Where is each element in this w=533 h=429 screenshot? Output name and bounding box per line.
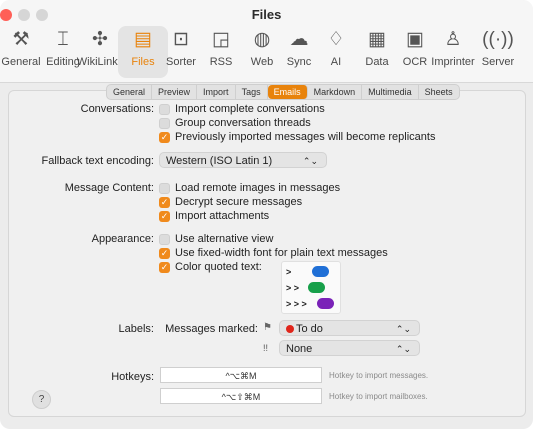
toolbar-item-server[interactable]: ((·)) Server xyxy=(473,26,523,78)
window-title: Files xyxy=(251,7,282,22)
red-dot-icon xyxy=(286,325,294,333)
checkbox[interactable]: ✓ xyxy=(159,210,170,222)
checkbox-decrypt-secure[interactable]: ✓ Decrypt secure messages xyxy=(159,196,302,208)
messages-marked-label: Messages marked: xyxy=(165,323,258,335)
import-messages-hotkey-field[interactable]: ^⌥⌘M xyxy=(160,367,322,383)
checkbox-label: Load remote images in messages xyxy=(175,182,341,194)
priority-value: None xyxy=(286,343,313,355)
checkbox-import-attachments[interactable]: ✓ Import attachments xyxy=(159,210,269,222)
encoding-select[interactable]: Western (ISO Latin 1) ⌃⌄ xyxy=(159,152,327,168)
tab-markdown[interactable]: Markdown xyxy=(308,85,363,99)
labels-label: Labels: xyxy=(118,323,154,335)
hotkeys-label: Hotkeys: xyxy=(111,371,154,383)
messages-marked-select[interactable]: To do ⌃⌄ xyxy=(279,320,420,336)
checkbox[interactable] xyxy=(159,117,170,129)
quote-level-3-marker: > > > xyxy=(286,299,307,309)
checkbox-import-complete-conversations[interactable]: Import complete conversations xyxy=(159,103,325,115)
import-mailboxes-hotkey-hint: Hotkey to import mailboxes. xyxy=(329,392,428,401)
checkbox[interactable]: ✓ xyxy=(159,196,170,208)
checkbox-label: Decrypt secure messages xyxy=(175,196,303,208)
checkbox-label: Import complete conversations xyxy=(175,103,325,115)
priority-marker: !! xyxy=(263,343,269,353)
title-bar: Files ⚒ General ⌶ Editing ✣ WikiLinks ▤ Files ⊡ S… xyxy=(0,0,533,83)
checkbox-label: Previously imported messages will become… xyxy=(175,131,436,143)
chevron-updown-icon: ⌃⌄ xyxy=(395,324,411,334)
tab-bar: General Preview Import Tags Emails Markdown Mu… xyxy=(106,84,460,100)
tab-preview[interactable]: Preview xyxy=(152,85,198,99)
quote-color-list: > > > > > > xyxy=(281,261,341,314)
toolbar-item-imprinter[interactable]: ♙ Imprinter xyxy=(428,26,478,78)
help-button[interactable]: ? xyxy=(32,390,51,409)
checkbox-label: Color quoted text: xyxy=(175,261,262,273)
checkbox-label: Use fixed-width font for plain text mess… xyxy=(175,247,388,259)
checkbox-fixed-width-font[interactable]: ✓ Use fixed-width font for plain text mes… xyxy=(159,247,388,259)
checkbox-color-quoted-text[interactable]: ✓ Color quoted text: xyxy=(159,261,262,273)
conversations-label: Conversations: xyxy=(80,103,154,115)
checkbox[interactable] xyxy=(159,103,170,115)
tab-import[interactable]: Import xyxy=(197,85,236,99)
checkbox[interactable]: ✓ xyxy=(159,247,170,259)
quote-level-1-color-swatch[interactable] xyxy=(312,266,329,277)
tab-sheets[interactable]: Sheets xyxy=(419,85,459,99)
import-mailboxes-hotkey-field[interactable]: ^⌥⇧⌘M xyxy=(160,388,322,404)
checkbox[interactable] xyxy=(159,182,170,194)
quote-level-3-color-swatch[interactable] xyxy=(317,298,334,309)
checkbox-replicants[interactable]: ✓ Previously imported messages will becom… xyxy=(159,131,435,143)
tab-emails[interactable]: Emails xyxy=(267,85,308,99)
checkbox-group-conversation-threads[interactable]: Group conversation threads xyxy=(159,117,311,129)
encoding-value: Western (ISO Latin 1) xyxy=(166,155,273,167)
quote-level-2-color-swatch[interactable] xyxy=(308,282,325,293)
stamp-icon: ♙ xyxy=(444,29,462,50)
checkbox-label: Use alternative view xyxy=(175,233,274,245)
chevron-updown-icon: ⌃⌄ xyxy=(395,344,411,354)
broadcast-icon: ((·)) xyxy=(482,29,514,50)
quote-level-2-marker: > > xyxy=(286,283,300,293)
checkbox[interactable]: ✓ xyxy=(159,131,170,143)
checkbox[interactable] xyxy=(159,233,170,245)
checkbox-label: Import attachments xyxy=(175,210,270,222)
import-messages-hotkey-hint: Hotkey to import messages. xyxy=(329,371,429,380)
quote-level-1-marker: > xyxy=(286,267,292,277)
preferences-window: Files ⚒ General ⌶ Editing ✣ WikiLinks ▤ Files ⊡ S… xyxy=(0,0,533,429)
checkbox-label: Group conversation threads xyxy=(175,117,311,129)
flag-icon: ⚑ xyxy=(263,322,272,333)
priority-select[interactable]: None ⌃⌄ xyxy=(279,340,420,356)
encoding-label: Fallback text encoding: xyxy=(41,155,154,167)
messages-marked-value: To do xyxy=(296,323,323,335)
tab-multimedia[interactable]: Multimedia xyxy=(362,85,419,99)
checkbox-load-remote-images[interactable]: Load remote images in messages xyxy=(159,182,340,194)
appearance-label: Appearance: xyxy=(91,233,154,245)
tab-general[interactable]: General xyxy=(107,85,153,99)
message-content-label: Message Content: xyxy=(64,182,154,194)
checkbox[interactable]: ✓ xyxy=(159,261,170,273)
toolbar-item-label: Server xyxy=(481,56,515,68)
tab-tags[interactable]: Tags xyxy=(236,85,268,99)
toolbar-item-label: Imprinter xyxy=(431,56,475,68)
checkbox-alternative-view[interactable]: Use alternative view xyxy=(159,233,273,245)
chevron-updown-icon: ⌃⌄ xyxy=(302,156,318,166)
